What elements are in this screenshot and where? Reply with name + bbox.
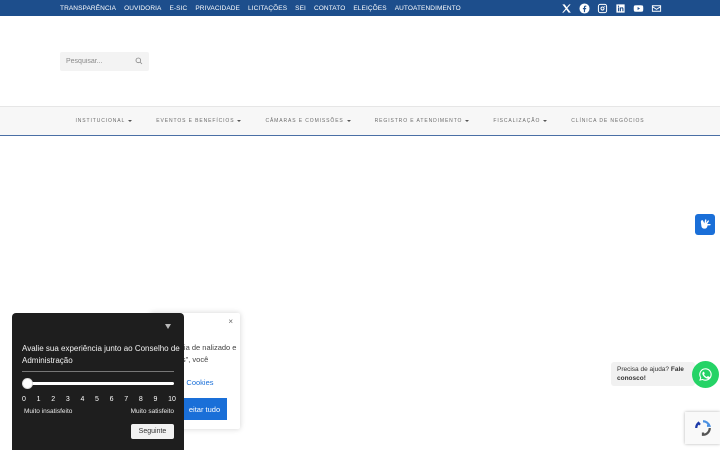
search-input[interactable] bbox=[60, 52, 132, 71]
collapse-chevron-icon[interactable] bbox=[165, 324, 171, 329]
social-links bbox=[560, 1, 662, 15]
nav-label: INSTITUCIONAL bbox=[75, 118, 126, 124]
top-link-licitacoes[interactable]: LICITAÇÕES bbox=[248, 5, 287, 12]
nav-item-registro[interactable]: REGISTRO E ATENDIMENTO bbox=[375, 118, 470, 124]
rating-slider-thumb[interactable] bbox=[22, 378, 33, 389]
scale-label: 5 bbox=[95, 396, 99, 403]
linkedin-icon[interactable] bbox=[614, 2, 626, 14]
scale-label: 4 bbox=[80, 396, 85, 403]
nav-item-fiscalizacao[interactable]: FISCALIZAÇÃO bbox=[493, 118, 548, 124]
close-icon[interactable]: × bbox=[228, 317, 233, 326]
top-link-sei[interactable]: SEI bbox=[295, 5, 306, 12]
top-link-autoatendimento[interactable]: AUTOATENDIMENTO bbox=[395, 5, 461, 12]
scale-label: 9 bbox=[153, 396, 158, 403]
nav-item-institucional[interactable]: INSTITUCIONAL bbox=[75, 118, 133, 124]
whatsapp-button[interactable] bbox=[692, 361, 719, 388]
top-link-eleicoes[interactable]: ELEIÇÕES bbox=[353, 5, 386, 12]
divider bbox=[22, 371, 174, 372]
scale-label: 6 bbox=[109, 396, 114, 403]
accessibility-button[interactable] bbox=[695, 214, 715, 235]
whatsapp-icon bbox=[699, 368, 712, 381]
email-icon[interactable] bbox=[650, 2, 662, 14]
top-link-privacidade[interactable]: PRIVACIDADE bbox=[195, 5, 240, 12]
scale-label: 3 bbox=[65, 396, 70, 403]
rating-slider-track[interactable] bbox=[26, 382, 174, 385]
survey-question: Avalie sua experiência junto ao Conselho… bbox=[22, 344, 180, 365]
caret-down-icon bbox=[465, 120, 470, 122]
caret-down-icon bbox=[543, 120, 548, 122]
caret-down-icon bbox=[237, 120, 242, 122]
search-icon[interactable] bbox=[135, 57, 143, 65]
cookie-text: ncia de nalizado e los", você bbox=[176, 343, 237, 364]
high-label: Muito satisfeito bbox=[130, 408, 174, 415]
nav-label: CLÍNICA DE NEGÓCIOS bbox=[571, 118, 645, 124]
scale-label: 1 bbox=[36, 396, 41, 403]
nav-item-eventos[interactable]: EVENTOS E BENEFÍCIOS bbox=[156, 118, 242, 124]
caret-down-icon bbox=[346, 120, 351, 122]
x-icon[interactable] bbox=[560, 2, 572, 14]
help-bubble[interactable]: Precisa de ajuda? Fale conosco! bbox=[611, 362, 695, 386]
caret-down-icon bbox=[128, 120, 133, 122]
youtube-icon[interactable] bbox=[632, 2, 644, 14]
help-text: Precisa de ajuda? bbox=[617, 366, 670, 373]
scale-label: 0 bbox=[22, 396, 26, 403]
satisfaction-survey: Avalie sua experiência junto ao Conselho… bbox=[12, 313, 184, 450]
top-link-ouvidoria[interactable]: OUVIDORIA bbox=[124, 5, 161, 12]
facebook-icon[interactable] bbox=[578, 2, 590, 14]
nav-item-clinica[interactable]: CLÍNICA DE NEGÓCIOS bbox=[571, 118, 644, 124]
scale-label: 10 bbox=[168, 396, 176, 403]
top-link-transparencia[interactable]: TRANSPARÊNCIA bbox=[60, 5, 116, 12]
top-link-contato[interactable]: CONTATO bbox=[314, 5, 345, 12]
nav-label: FISCALIZAÇÃO bbox=[493, 118, 541, 124]
scale-label: 7 bbox=[124, 396, 129, 403]
nav-label: EVENTOS E BENEFÍCIOS bbox=[156, 118, 235, 124]
top-link-esic[interactable]: E-SIC bbox=[169, 5, 187, 12]
top-links: TRANSPARÊNCIA OUVIDORIA E-SIC PRIVACIDAD… bbox=[60, 0, 461, 16]
nav-label: CÂMARAS E COMISSÕES bbox=[265, 118, 344, 124]
low-label: Muito insatisfeito bbox=[24, 408, 73, 415]
recaptcha-badge[interactable] bbox=[685, 412, 720, 444]
top-bar: TRANSPARÊNCIA OUVIDORIA E-SIC PRIVACIDAD… bbox=[0, 0, 720, 16]
nav-label: REGISTRO E ATENDIMENTO bbox=[374, 118, 463, 124]
main-nav: INSTITUCIONAL EVENTOS E BENEFÍCIOS CÂMAR… bbox=[0, 106, 720, 136]
next-button[interactable]: Seguinte bbox=[131, 424, 174, 439]
recaptcha-icon bbox=[694, 420, 711, 436]
scale-label: 8 bbox=[138, 396, 143, 403]
sign-language-icon bbox=[700, 219, 711, 229]
instagram-icon[interactable] bbox=[596, 2, 608, 14]
nav-item-camaras[interactable]: CÂMARAS E COMISSÕES bbox=[265, 118, 351, 124]
rating-scale: 0 1 2 3 4 5 6 7 8 9 10 bbox=[22, 396, 176, 403]
search-box bbox=[60, 52, 149, 71]
scale-label: 2 bbox=[51, 396, 56, 403]
